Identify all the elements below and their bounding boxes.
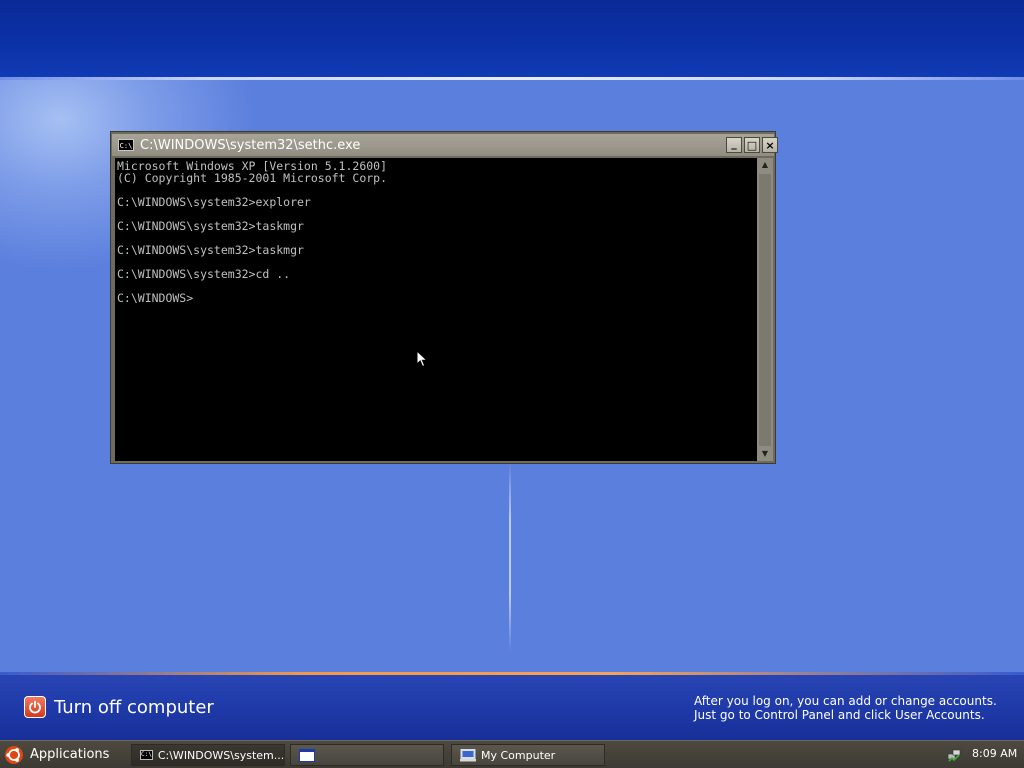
applications-label: Applications — [30, 747, 110, 762]
network-status-icon[interactable] — [946, 747, 962, 763]
ubuntu-logo-icon — [5, 745, 23, 764]
maximize-button[interactable]: □ — [744, 137, 760, 153]
taskbar: Applications C:\ C:\WINDOWS\system... My… — [0, 740, 1024, 768]
applications-menu-button[interactable]: Applications — [4, 742, 119, 767]
maximize-icon: □ — [746, 138, 758, 152]
taskbar-item-my-computer[interactable]: My Computer — [451, 744, 605, 766]
taskbar-item-window[interactable] — [290, 744, 444, 766]
scrollbar-thumb[interactable] — [759, 174, 771, 446]
close-icon: × — [765, 138, 775, 152]
console-icon[interactable]: C:\ — [118, 139, 134, 151]
power-icon — [24, 696, 46, 718]
scroll-up-arrow-icon[interactable]: ▲ — [757, 158, 773, 172]
mouse-pointer-icon — [416, 350, 429, 368]
taskbar-item-label: C:\WINDOWS\system... — [157, 748, 285, 762]
login-hint: After you log on, you can add or change … — [694, 694, 997, 722]
turn-off-computer-button[interactable]: Turn off computer — [24, 694, 214, 720]
top-band — [0, 0, 1024, 80]
minimize-icon: _ — [731, 136, 737, 150]
screen: Turn off computer After you log on, you … — [0, 0, 1024, 768]
taskbar-item-label: My Computer — [481, 748, 556, 762]
taskbar-item-console[interactable]: C:\ C:\WINDOWS\system... — [131, 744, 285, 766]
hint-line-2: Just go to Control Panel and click User … — [694, 708, 985, 722]
computer-icon — [460, 748, 476, 761]
console-output[interactable]: Microsoft Windows XP [Version 5.1.2600] … — [115, 158, 757, 461]
hint-line-1: After you log on, you can add or change … — [694, 694, 997, 708]
divider-line — [509, 462, 511, 652]
minimize-button[interactable]: _ — [726, 137, 742, 153]
window-icon — [299, 748, 315, 762]
console-scrollbar[interactable]: ▲ ▼ — [757, 158, 773, 461]
console-text: Microsoft Windows XP [Version 5.1.2600] … — [117, 159, 388, 305]
console-icon: C:\ — [140, 750, 153, 760]
turn-off-label: Turn off computer — [54, 696, 214, 718]
console-window[interactable]: C:\ C:\WINDOWS\system32\sethc.exe _ □ × … — [110, 131, 778, 464]
console-title: C:\WINDOWS\system32\sethc.exe — [140, 137, 361, 153]
clock[interactable]: 8:09 AM — [972, 747, 1017, 760]
scroll-down-arrow-icon[interactable]: ▼ — [757, 447, 773, 461]
console-titlebar[interactable]: C:\ C:\WINDOWS\system32\sethc.exe _ □ × — [112, 134, 778, 156]
close-button[interactable]: × — [762, 137, 778, 153]
